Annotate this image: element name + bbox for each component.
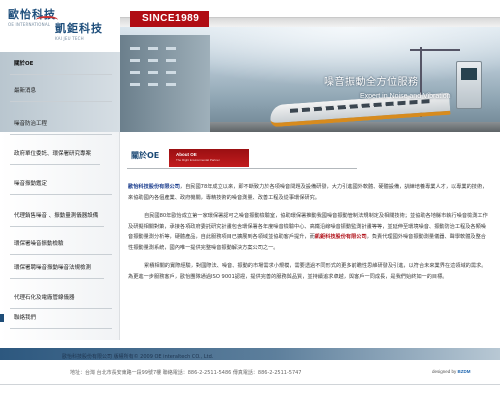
- sidebar-item-epa-testing[interactable]: 環保署噪音振動檢驗: [0, 240, 120, 255]
- sidebar-item-label: 聯絡我們: [14, 315, 37, 321]
- brand-name: 歐怡科技股份有限公司: [128, 184, 180, 190]
- sidebar-item-label: 環保署聘噪音振動噪音法規檢測: [14, 265, 92, 271]
- section-tab-sublabel: The Right Environmental Partner: [176, 158, 220, 162]
- divider: [10, 278, 104, 279]
- page-title: 關於OE: [131, 151, 160, 160]
- divider: [10, 134, 112, 135]
- sidebar-item-about[interactable]: 關於OE: [0, 60, 120, 75]
- sidebar-item-regulation-testing[interactable]: 環保署聘噪音振動噪音法規檢測: [0, 264, 112, 279]
- sidebar-item-label: 代理銷售噪音 、振動量測儀器設備: [14, 213, 99, 219]
- section-tab-label: About OE: [176, 152, 197, 157]
- banner-instrument-image: [456, 61, 482, 109]
- section-tab-about: About OE The Right Environmental Partner: [169, 149, 249, 167]
- hero-banner: 噪音振動全方位服務 Expert in Noise and Vibration: [120, 27, 500, 132]
- sidebar-item-label: 噪音振動鑑定: [14, 181, 48, 187]
- sidebar-item-label: 關於OE: [14, 61, 34, 67]
- sidebar-item-petrochemical[interactable]: 代理石化及電廠管線儀器: [0, 294, 120, 309]
- address-text: 地址：台灣 台北市長安東路一段99號7樓 聯絡電話：886-2-2511-548…: [70, 370, 302, 376]
- divider: [10, 194, 112, 195]
- logo[interactable]: 歐怡科技 OE INTERNATIONAL 凱鉅科技 KAI JEU TECH: [0, 0, 120, 52]
- banner-title-en: Expert in Noise and Vibration: [360, 93, 451, 100]
- paragraph: 自民國80年歐怡成立第一家環保署認可之噪音振動檢驗室，協助環保署推動我國噪音振動…: [128, 211, 490, 253]
- top-bar: SINCE1989: [120, 0, 500, 27]
- divider: [127, 168, 357, 169]
- banner-building-image: [120, 35, 210, 132]
- sidebar-item-label: 最新消息: [14, 88, 37, 94]
- sidebar-item-label: 代理石化及電廠管線儀器: [14, 295, 75, 301]
- banner-pole-arm-image: [410, 49, 460, 51]
- footer: 歐怡科技股份有限公司 版權所有© 2009 OE interaltech CO.…: [0, 340, 500, 400]
- logo-name-line2: 凱鉅科技: [55, 22, 103, 35]
- logo-en-line2: KAI JEU TECH: [55, 36, 84, 41]
- sidebar-item-label: 政府單位委託、環保署研究專案: [14, 151, 92, 157]
- sidebar-item-instrument-sales[interactable]: 代理銷售噪音 、振動量測儀器設備: [0, 212, 112, 227]
- designer-prefix: designed by: [432, 369, 457, 374]
- divider: [10, 226, 104, 227]
- sidebar-item-label: 環保署噪音振動檢驗: [14, 241, 64, 247]
- divider: [10, 254, 112, 255]
- divider: [10, 308, 112, 309]
- sidebar-item-government-projects[interactable]: 政府單位委託、環保署研究專案: [0, 150, 108, 165]
- banner-title-cn: 噪音振動全方位服務: [324, 77, 419, 88]
- copyright-text: 歐怡科技股份有限公司 版權所有© 2009 OE interaltech CO.…: [62, 354, 214, 360]
- paragraph: 歐怡科技股份有限公司，自民國78年成立以來，即不斷致力於各項噪音問題及設備研發，…: [128, 182, 490, 203]
- divider: [10, 328, 112, 329]
- sidebar-item-label: 噪音防治工程: [14, 121, 48, 127]
- paragraph-text: 累積相關的實際經驗，對國際法、噪音、振動的市場需求小規模，需要透過不同形式的更多…: [128, 263, 487, 280]
- section-header: 關於OE About OE The Right Environmental Pa…: [127, 147, 357, 177]
- brand-name: 凱鉅科技股份有限公司: [314, 234, 367, 240]
- sidebar-item-news[interactable]: 最新消息: [0, 87, 120, 102]
- designer-link[interactable]: BZDM: [458, 369, 471, 374]
- sidebar-item-contact[interactable]: 聯絡我們: [0, 314, 120, 329]
- divider: [0, 384, 500, 385]
- paragraph-text: ，自民國78年成立以來，即不斷致力於各項噪音問題及設備研發，大力引進國外軟體、硬…: [128, 184, 488, 201]
- since-badge: SINCE1989: [130, 11, 210, 27]
- logo-en-line1: OE INTERNATIONAL: [8, 22, 51, 27]
- designer-credit[interactable]: designed by BZDM: [432, 369, 471, 374]
- banner-track-image: [210, 122, 500, 132]
- divider: [10, 164, 100, 165]
- main-content: 關於OE About OE The Right Environmental Pa…: [120, 132, 500, 368]
- sidebar-nav: 關於OE 最新消息 噪音防治工程 政府單位委託、環保署研究專案 噪音振動鑑定 代…: [0, 61, 120, 368]
- divider: [10, 101, 112, 102]
- divider: [10, 74, 112, 75]
- sidebar-item-appraisal[interactable]: 噪音振動鑑定: [0, 180, 120, 195]
- paragraph: 累積相關的實際經驗，對國際法、噪音、振動的市場需求小規模，需要透過不同形式的更多…: [128, 261, 490, 282]
- sidebar-item-noise-control[interactable]: 噪音防治工程: [0, 120, 120, 135]
